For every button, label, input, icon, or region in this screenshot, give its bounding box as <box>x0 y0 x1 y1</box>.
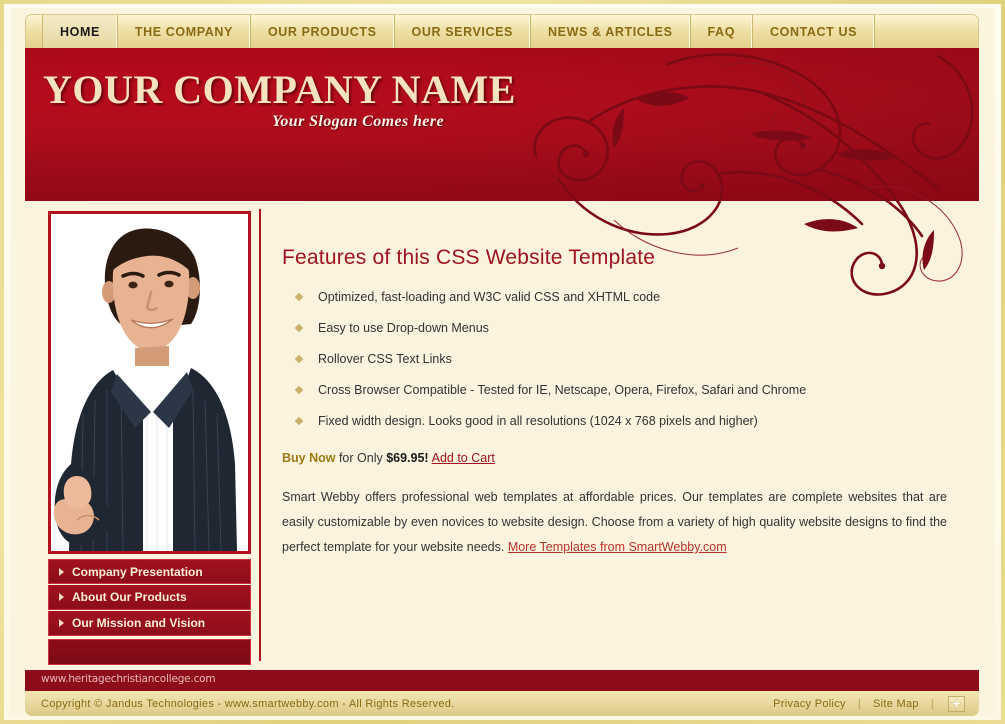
list-item: Rollover CSS Text Links <box>292 352 958 367</box>
nav-item-label: HOME <box>60 24 100 39</box>
company-name: YOUR COMPANY NAME <box>43 67 516 112</box>
price-label: $69.95! <box>386 451 429 465</box>
nav-item-faq[interactable]: FAQ <box>691 15 754 48</box>
chevron-right-icon <box>59 619 64 627</box>
sidebar-item-label: Company Presentation <box>72 564 203 579</box>
watermark-text: www.heritagechristiancollege.com <box>41 673 216 685</box>
for-only-label: for Only <box>335 451 387 465</box>
nav-item-label: OUR SERVICES <box>411 24 513 39</box>
list-item: Fixed width design. Looks good in all re… <box>292 414 958 429</box>
hero-photo <box>48 211 251 554</box>
sidebar-item-company-presentation[interactable]: Company Presentation <box>48 559 251 584</box>
body-area: Company Presentation About Our Products … <box>25 201 979 670</box>
company-slogan: Your Slogan Comes here <box>272 113 444 130</box>
nav-item-news-articles[interactable]: NEWS & ARTICLES <box>531 15 691 48</box>
chevron-right-icon <box>59 593 64 601</box>
nav-item-the-company[interactable]: THE COMPANY <box>118 15 251 48</box>
sidebar-menu: Company Presentation About Our Products … <box>48 559 251 665</box>
list-item: Easy to use Drop-down Menus <box>292 321 958 336</box>
more-templates-link[interactable]: More Templates from SmartWebby.com <box>508 540 727 554</box>
sidebar-item-our-mission-and-vision[interactable]: Our Mission and Vision <box>48 611 251 636</box>
nav-filler <box>875 15 978 48</box>
copyright-text: Copyright © Jandus Technologies - www.sm… <box>41 697 455 710</box>
nav-item-our-products[interactable]: OUR PRODUCTS <box>251 15 395 48</box>
sidebar-item-about-our-products[interactable]: About Our Products <box>48 585 251 610</box>
add-to-cart-link[interactable]: Add to Cart <box>432 451 495 465</box>
footer-red-strip: www.heritagechristiancollege.com <box>25 670 979 691</box>
businessman-photo-icon <box>51 214 248 551</box>
rss-icon[interactable] <box>948 695 965 712</box>
page-frame: HOME THE COMPANY OUR PRODUCTS OUR SERVIC… <box>4 4 1001 720</box>
chevron-right-icon <box>59 567 64 576</box>
nav-item-label: CONTACT US <box>770 24 858 39</box>
page: HOME THE COMPANY OUR PRODUCTS OUR SERVIC… <box>10 8 995 716</box>
site-map-link[interactable]: Site Map <box>873 698 919 710</box>
sidebar-empty-panel <box>48 639 251 665</box>
rss-glyph-icon <box>951 698 962 709</box>
main-content: Features of this CSS Website Template Op… <box>268 211 958 560</box>
footer-links: Privacy Policy | Site Map | <box>773 695 965 712</box>
main-navigation: HOME THE COMPANY OUR PRODUCTS OUR SERVIC… <box>25 14 979 48</box>
privacy-policy-link[interactable]: Privacy Policy <box>773 698 846 710</box>
sidebar-item-label: Our Mission and Vision <box>72 616 206 630</box>
nav-item-home[interactable]: HOME <box>42 15 118 48</box>
intro-paragraph: Smart Webby offers professional web temp… <box>282 485 947 560</box>
footer-separator: | <box>930 697 934 710</box>
nav-item-label: THE COMPANY <box>134 24 233 39</box>
page-title: Features of this CSS Website Template <box>282 246 656 269</box>
nav-item-label: NEWS & ARTICLES <box>548 24 673 39</box>
purchase-line: Buy Now for Only $69.95! Add to Cart <box>282 451 958 465</box>
site-footer: Copyright © Jandus Technologies - www.sm… <box>25 691 979 716</box>
sidebar-content-divider <box>259 209 261 661</box>
nav-item-label: OUR PRODUCTS <box>267 24 377 39</box>
feature-list: Optimized, fast-loading and W3C valid CS… <box>292 290 958 429</box>
list-item: Optimized, fast-loading and W3C valid CS… <box>292 290 958 305</box>
sidebar-item-label: About Our Products <box>72 590 187 604</box>
nav-item-our-services[interactable]: OUR SERVICES <box>395 15 531 48</box>
nav-item-contact-us[interactable]: CONTACT US <box>753 15 876 48</box>
nav-item-label: FAQ <box>707 24 736 39</box>
list-item: Cross Browser Compatible - Tested for IE… <box>292 383 958 398</box>
buy-now-label: Buy Now <box>282 451 336 465</box>
sidebar: Company Presentation About Our Products … <box>48 211 251 665</box>
footer-separator: | <box>857 697 862 710</box>
